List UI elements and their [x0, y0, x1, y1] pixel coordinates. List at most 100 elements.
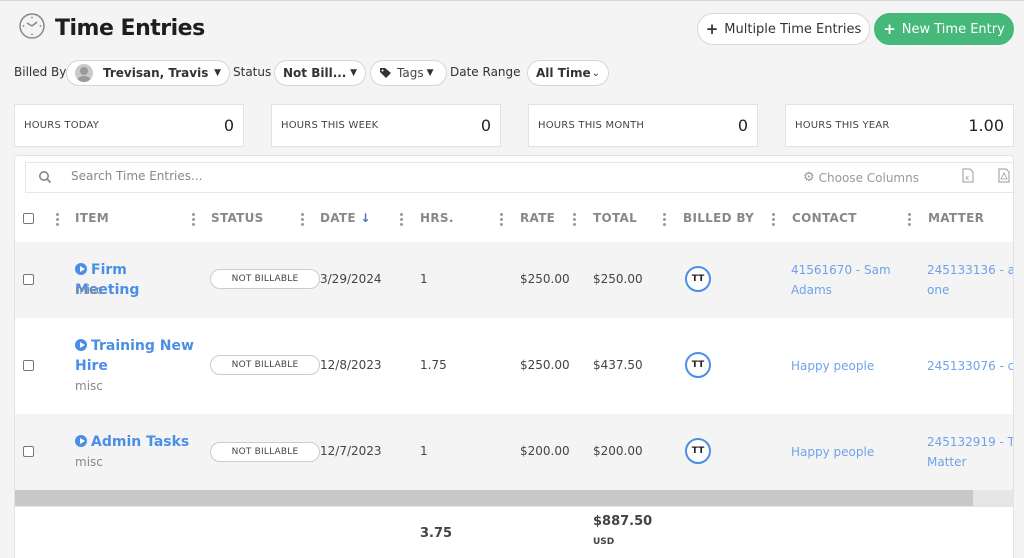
hours-cell: 1.75: [420, 358, 447, 372]
stat-value: 1.00: [968, 116, 1004, 135]
excel-export-icon[interactable]: x: [962, 168, 974, 183]
horizontal-scrollbar[interactable]: [15, 490, 1013, 506]
plus-icon: +: [883, 19, 896, 38]
multiple-time-entries-label: Multiple Time Entries: [724, 21, 862, 37]
matter-link[interactable]: 245133136 - another one: [927, 260, 1013, 300]
column-header-status[interactable]: STATUS: [211, 211, 264, 225]
status-badge: NOT BILLABLE: [210, 442, 320, 462]
search-bar: ⚙ Choose Columns x: [25, 162, 1013, 193]
column-header-contact[interactable]: CONTACT: [792, 211, 857, 225]
row-checkbox[interactable]: [23, 274, 34, 285]
column-menu-icon[interactable]: [56, 213, 59, 227]
chevron-down-icon: ⌄: [591, 67, 600, 79]
column-header-hrs[interactable]: HRS.: [420, 211, 454, 225]
item-name: Admin Tasks: [91, 434, 190, 450]
total-hours: 3.75: [420, 526, 453, 541]
plus-icon: +: [705, 19, 719, 38]
billed-by-avatar: TT: [685, 352, 711, 378]
hours-cell: 1: [420, 444, 428, 458]
date-range-value: All Time: [536, 66, 591, 80]
play-icon: [75, 339, 87, 351]
currency-label: USD: [593, 537, 615, 547]
date-range-label: Date Range: [450, 65, 521, 79]
item-category: misc: [75, 283, 103, 297]
status-select[interactable]: Not Bill... ▼: [274, 60, 366, 86]
page-title: Time Entries: [55, 16, 205, 41]
column-menu-icon[interactable]: [573, 213, 576, 227]
column-header-date-label: DATE: [320, 211, 356, 225]
search-icon: [39, 171, 52, 184]
stat-label: HOURS TODAY: [24, 120, 100, 131]
stat-label: HOURS THIS WEEK: [281, 120, 379, 131]
rate-cell: $250.00: [520, 272, 570, 286]
status-label: Status: [233, 65, 272, 79]
column-header-billed-by[interactable]: BILLED BY: [683, 211, 754, 225]
total-cell: $200.00: [593, 444, 643, 458]
multiple-time-entries-button[interactable]: + Multiple Time Entries: [697, 13, 870, 45]
play-icon: [75, 435, 87, 447]
stat-value: 0: [737, 116, 748, 135]
date-cell: 12/7/2023: [320, 444, 382, 458]
select-all-checkbox[interactable]: [23, 213, 34, 224]
item-category: misc: [75, 455, 103, 469]
status-value: Not Bill...: [283, 66, 347, 80]
caret-down-icon: ▼: [350, 68, 357, 78]
date-cell: 3/29/2024: [320, 272, 382, 286]
caret-down-icon: ▼: [214, 68, 221, 78]
billed-by-select[interactable]: Trevisan, Travis ▼: [66, 60, 230, 86]
time-entries-table: ⚙ Choose Columns x ITEM STATUS DATE ↓ HR…: [14, 155, 1014, 558]
total-cell: $250.00: [593, 272, 643, 286]
contact-link[interactable]: 41561670 - Sam Adams: [791, 260, 901, 300]
item-category: misc: [75, 379, 103, 393]
total-cell: $437.50: [593, 358, 643, 372]
date-cell: 12/8/2023: [320, 358, 382, 372]
column-menu-icon[interactable]: [192, 213, 195, 227]
row-checkbox[interactable]: [23, 360, 34, 371]
column-menu-icon[interactable]: [500, 213, 503, 227]
column-header-matter[interactable]: MATTER: [928, 211, 984, 225]
contact-link[interactable]: Happy people: [791, 442, 901, 462]
column-header-item[interactable]: ITEM: [75, 211, 109, 225]
column-menu-icon[interactable]: [301, 213, 304, 227]
table-row: Training New Hire misc NOT BILLABLE 12/8…: [15, 318, 1013, 414]
item-link[interactable]: Admin Tasks: [75, 432, 195, 452]
clock-icon: [19, 13, 45, 39]
item-link[interactable]: Training New Hire: [75, 336, 195, 376]
row-checkbox[interactable]: [23, 446, 34, 457]
new-time-entry-button[interactable]: + New Time Entry: [874, 13, 1014, 45]
stat-hours-today: HOURS TODAY 0: [14, 104, 244, 147]
svg-text:x: x: [965, 174, 969, 182]
sort-arrow-down-icon: ↓: [360, 211, 371, 225]
table-footer-totals: 3.75 $887.50 USD: [15, 506, 1013, 558]
column-header-total[interactable]: TOTAL: [593, 211, 637, 225]
billed-by-label: Billed By: [14, 65, 67, 79]
billed-by-avatar: TT: [685, 266, 711, 292]
billed-by-avatar: TT: [685, 438, 711, 464]
column-header-date[interactable]: DATE ↓: [320, 211, 371, 225]
table-row: Firm Meeting misc NOT BILLABLE 3/29/2024…: [15, 242, 1013, 318]
gear-icon: ⚙: [803, 170, 815, 185]
table-row: Admin Tasks misc NOT BILLABLE 12/7/2023 …: [15, 414, 1013, 490]
column-menu-icon[interactable]: [772, 213, 775, 227]
choose-columns-button[interactable]: ⚙ Choose Columns: [803, 170, 919, 185]
rate-cell: $200.00: [520, 444, 570, 458]
rate-cell: $250.00: [520, 358, 570, 372]
column-menu-icon[interactable]: [400, 213, 403, 227]
pdf-export-icon[interactable]: [998, 168, 1010, 183]
stat-hours-this-month: HOURS THIS MONTH 0: [528, 104, 758, 147]
tags-dropdown[interactable]: Tags ▼: [370, 60, 447, 86]
column-menu-icon[interactable]: [908, 213, 911, 227]
stat-label: HOURS THIS YEAR: [795, 120, 890, 131]
column-menu-icon[interactable]: [663, 213, 666, 227]
tags-icon: [380, 68, 391, 78]
total-amount: $887.50: [593, 514, 653, 529]
search-input[interactable]: [71, 169, 571, 183]
column-header-rate[interactable]: RATE: [520, 211, 555, 225]
contact-link[interactable]: Happy people: [791, 356, 901, 376]
date-range-select[interactable]: All Time ⌄: [527, 60, 609, 86]
matter-link[interactable]: 245133076 - ch: [927, 356, 1013, 376]
matter-link[interactable]: 245132919 - Test Matter: [927, 432, 1013, 472]
item-name: Training New Hire: [75, 338, 194, 374]
scrollbar-thumb[interactable]: [15, 490, 973, 506]
choose-columns-label: Choose Columns: [818, 170, 919, 185]
